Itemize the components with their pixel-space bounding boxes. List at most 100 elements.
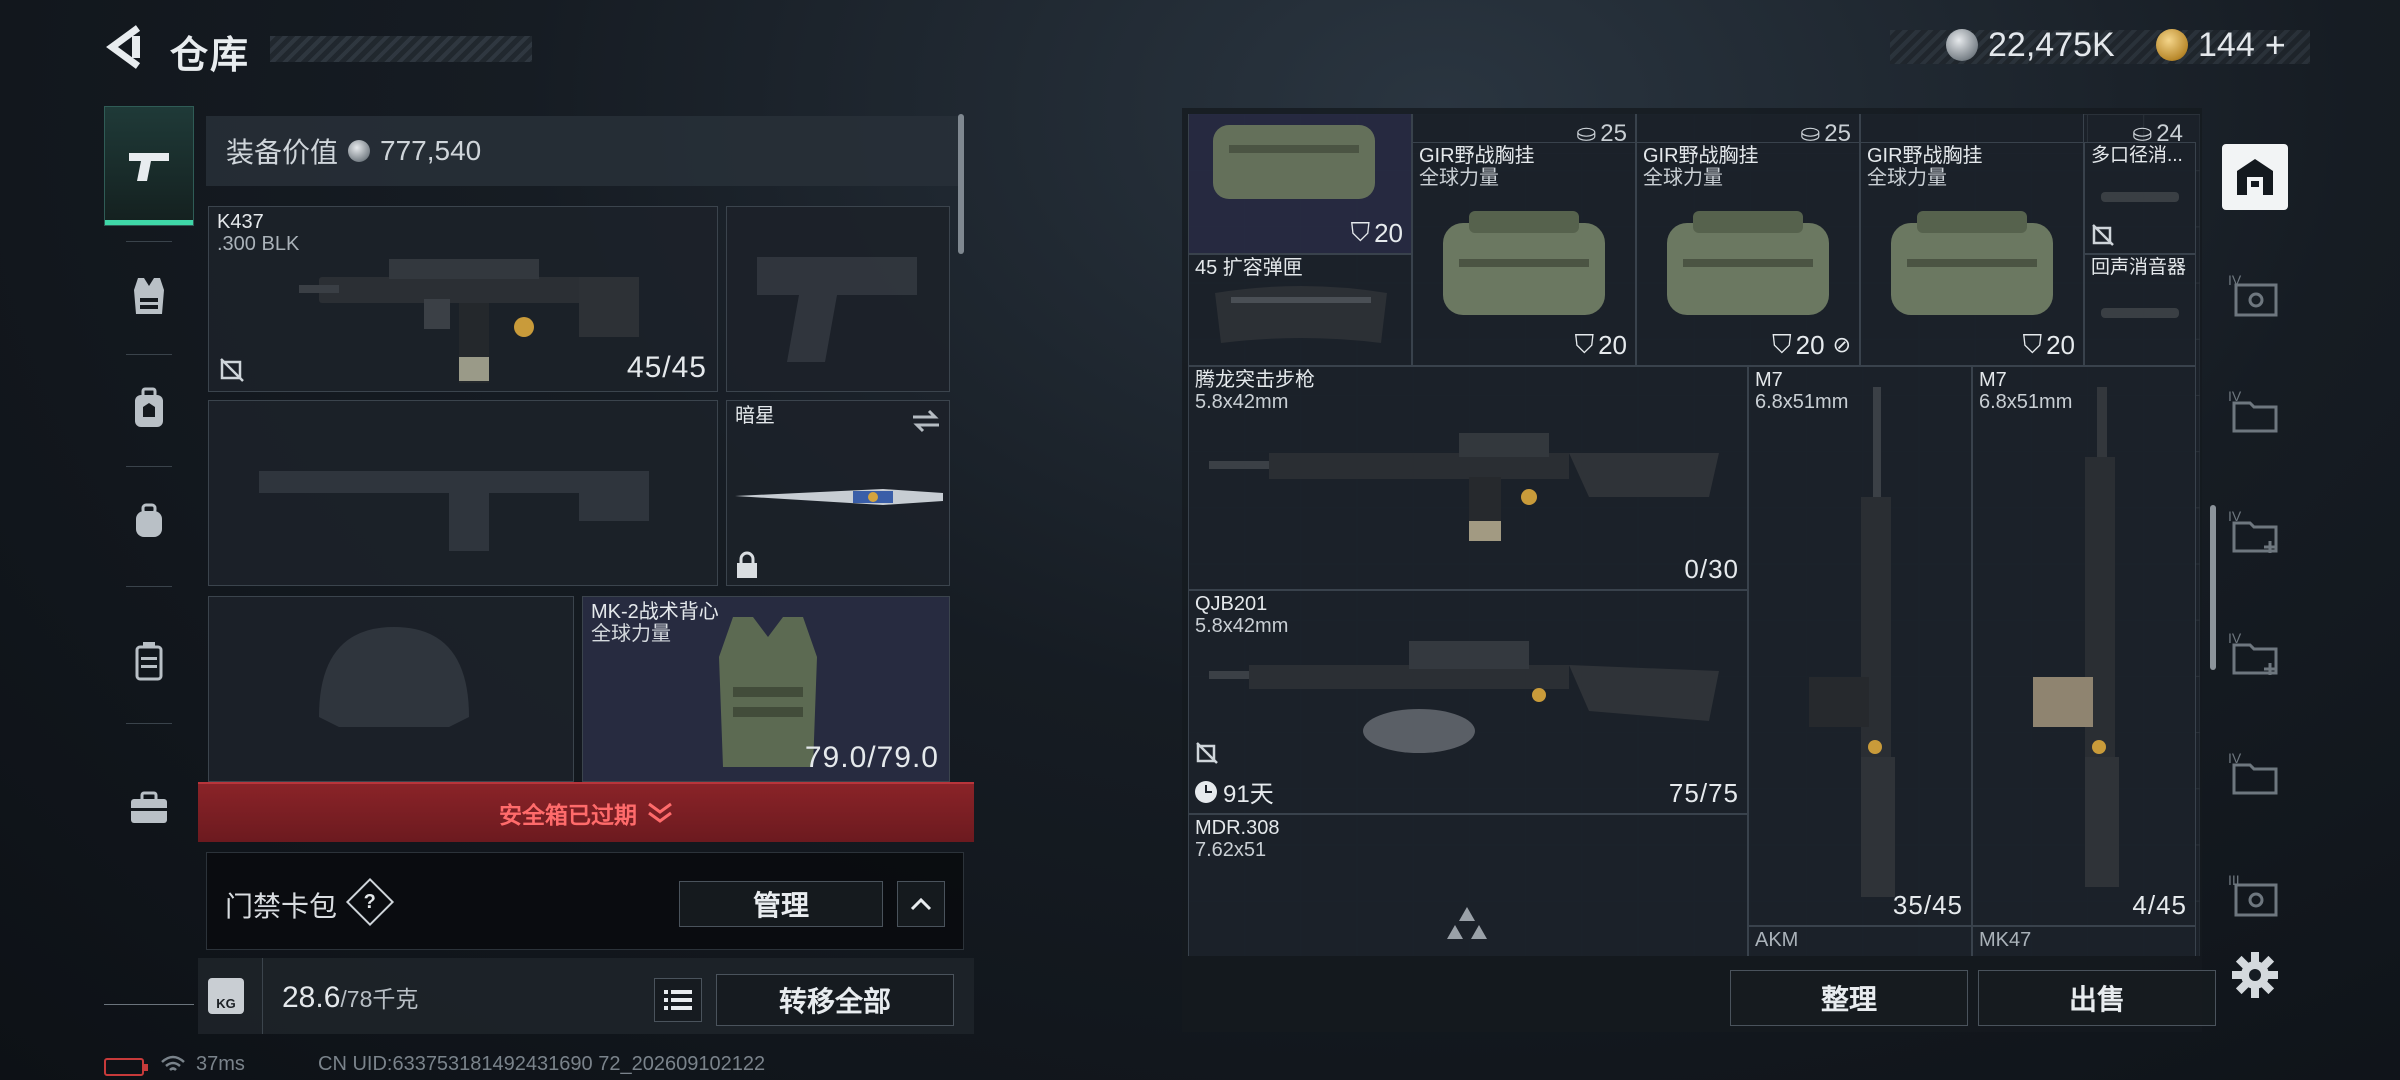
stash-item-akm[interactable]: AKM [1748,926,1972,956]
silver-coin-icon [1946,29,1978,61]
loadout-scrollbar[interactable] [958,114,964,254]
double-chevron-down-icon [648,802,672,823]
vest-mini-icon: ⛉ [1574,329,1595,359]
vest-icon [134,278,164,314]
equipment-value-label: 装备价值 [226,137,339,168]
rail-stash-main[interactable] [2222,144,2288,210]
no-insure-icon [1196,742,1218,764]
armor-brand: 全球力量 [591,623,671,645]
rifle-vertical-image-icon [1809,387,1895,897]
stash-item-gir-3[interactable]: GIR野战胸挂 全球力量 ⛉ 20 [1860,142,2084,366]
weapon-name: K437 [217,211,264,233]
melee-name: 暗星 [735,405,775,427]
backpack-icon [135,387,163,427]
pistol-placeholder-icon [757,257,917,362]
secondary-weapon-slot[interactable] [208,400,718,586]
chevron-up-icon [910,897,932,911]
rail-vest[interactable] [104,256,194,336]
silver-coin-icon [348,140,371,162]
stash-item-m7-a[interactable]: M7 6.8x51mm 35/45 [1748,366,1972,926]
armor-slot[interactable]: MK-2战术背心 全球力量 79.0/79.0 [582,596,950,782]
stash-item-multi-suppressor[interactable]: 多口径消... [2084,142,2196,254]
rail-weapons[interactable] [104,106,194,226]
no-insure-icon [2092,224,2114,246]
status-footer: 37ms [160,1052,245,1076]
lmg-image-icon [1209,641,1719,753]
safebox-expired-banner[interactable]: 安全箱已过期 [198,782,974,842]
back-button[interactable] [100,22,150,72]
suppressor-image-icon [2101,192,2179,202]
helmet-bag-icon [136,503,162,537]
silver-currency: 22,475K [1946,24,2115,66]
weight-max: /78千克 [340,986,419,1012]
stash-item-gir-1[interactable]: GIR野战胸挂 全球力量 ⛉ 20 [1412,142,1636,366]
stash-item-m7-b[interactable]: M7 6.8x51mm 4/45 [1972,366,2196,926]
manage-button[interactable]: 管理 [679,881,883,927]
weapon-ammo-count: 45/45 [626,351,707,384]
weapon-ammo: .300 BLK [217,233,300,255]
sidearm-slot[interactable] [726,206,950,392]
settings-button[interactable] [2230,950,2280,1000]
uid-text: CN UID:633753181492431690 72_20260910212… [318,1052,766,1075]
rail-case-4d[interactable]: IV [2222,620,2288,686]
rail-backpack[interactable] [104,368,194,448]
safebox-expired-text: 安全箱已过期 [499,802,637,828]
equipment-value: 777,540 [380,135,482,166]
armor-durability: 79.0/79.0 [804,741,939,774]
helmet-placeholder-icon [319,627,469,727]
collapse-button[interactable] [897,881,945,927]
stash-item-mdr308[interactable]: MDR.308 7.62x51 [1188,814,1748,956]
stash-item-tenglong[interactable]: 腾龙突击步枪 5.8x42mm 0/30 [1188,366,1748,590]
helmet-slot[interactable] [208,596,574,782]
rail-case-4a[interactable]: IV [2222,262,2288,328]
stash-item-mag45[interactable]: 45 扩容弹匣 [1188,254,1412,366]
gold-currency[interactable]: 144 + [2156,24,2286,66]
rail-case-4c[interactable]: IV [2222,498,2288,564]
keycard-bag-label: 门禁卡包 [225,891,338,922]
category-rail [104,106,194,1006]
gear-icon [2232,952,2278,998]
melee-slot[interactable]: 暗星 [726,400,950,586]
stash-grid: ⛉ 20 ⛀ 25 ⛀ 25 ⛀ 24 GIR野战胸挂 全球力量 ⛉ 20 GIR野战胸挂… [1188,114,2200,956]
rail-case-4e[interactable]: IV [2222,740,2288,806]
vest-mini-icon: ⛉ [1772,329,1792,359]
folder-add-icon: IV [2228,630,2278,675]
no-insure-icon: ⊘ [1832,332,1851,357]
swap-icon[interactable] [911,409,941,433]
gold-add-icon[interactable]: + [2265,24,2286,66]
rail-gear[interactable] [104,481,194,561]
help-icon: ? [363,890,377,913]
rail-toolbox[interactable] [104,768,194,848]
rail-case[interactable] [104,621,194,701]
clock-icon [1195,780,1217,803]
list-view-button[interactable] [654,978,702,1022]
help-button[interactable]: ? [345,877,395,927]
stash-item-bag-top[interactable]: ⛉ 20 [1188,114,1412,254]
transfer-all-button[interactable]: 转移全部 [716,974,954,1026]
folder-add-icon: IV [2228,508,2278,553]
magazine-image-icon [1215,286,1387,343]
silver-amount: 22,475K [1988,25,2115,64]
stash-item-mk47[interactable]: MK47 [1972,926,2196,956]
vest-mini-icon: ⛉ [2022,329,2043,359]
list-icon [664,990,692,1010]
weight-icon: KG [208,978,244,1014]
rail-case-3[interactable]: III [2222,862,2288,928]
stash-item-gir-2[interactable]: GIR野战胸挂 全球力量 ⛉ 20 ⊘ [1636,142,1860,366]
primary-weapon-slot[interactable]: K437 .300 BLK 45/45 [208,206,718,392]
armor-name: MK-2战术背心 [591,601,719,623]
stash-item-echo-suppressor[interactable]: 回声消音器 [2084,254,2196,366]
stash-icon [2237,159,2273,195]
rail-case-4b[interactable]: IV [2222,378,2288,444]
sort-button[interactable]: 整理 [1730,970,1968,1026]
toolbox-icon [131,791,167,823]
weight-bar: KG 28.6/78千克 转移全部 [198,958,974,1034]
folder-icon: IV [2228,388,2278,433]
stash-scrollbar[interactable] [2210,505,2216,670]
rifle-placeholder-icon [259,471,649,551]
rifle-image-icon [1209,433,1719,541]
stash-item-qjb201[interactable]: QJB201 5.8x42mm 91天 75/75 [1188,590,1748,814]
battery-icon [104,1058,148,1076]
keycard-bag-row: 门禁卡包 ? 管理 [206,852,964,950]
sell-button[interactable]: 出售 [1978,970,2216,1026]
